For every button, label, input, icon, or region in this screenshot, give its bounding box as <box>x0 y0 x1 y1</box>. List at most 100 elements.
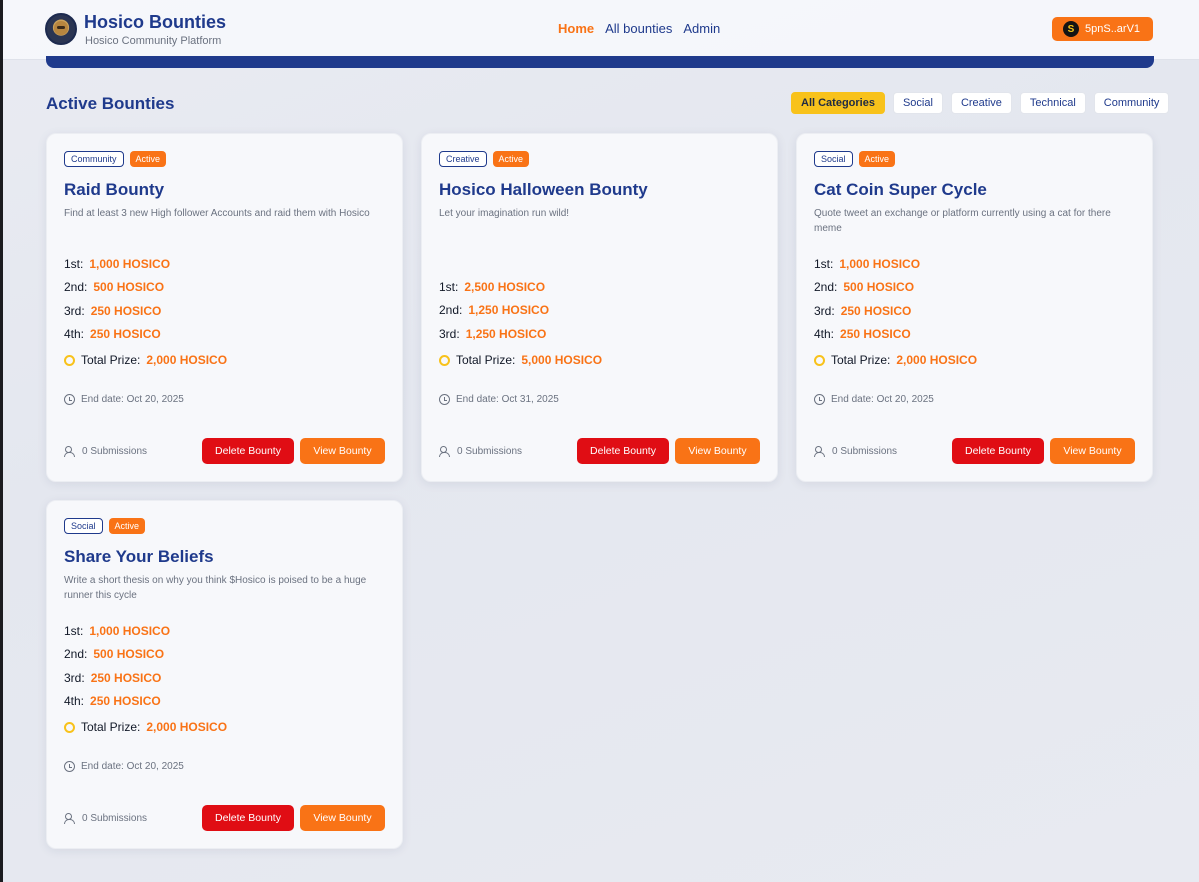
prize-amount: 1,250 HOSICO <box>468 303 550 318</box>
prize-row: 3rd: 250 HOSICO <box>64 666 170 690</box>
prize-row: 4th: 250 HOSICO <box>814 323 920 347</box>
prize-amount: 2,500 HOSICO <box>464 279 546 294</box>
clock-icon <box>439 394 450 405</box>
filter-technical[interactable]: Technical <box>1019 92 1086 114</box>
bounty-description: Find at least 3 new High follower Accoun… <box>64 208 370 219</box>
bounty-title: Share Your Beliefs <box>64 547 214 566</box>
total-prize: Total Prize: 2,000 HOSICO <box>64 353 227 367</box>
submissions-count: 0 Submissions <box>64 813 147 824</box>
prize-place: 3rd: <box>439 326 460 341</box>
status-badge: Active <box>492 151 530 167</box>
prize-amount: 500 HOSICO <box>93 280 165 295</box>
prize-place: 2nd: <box>439 303 463 318</box>
prize-list: 1st: 1,000 HOSICO 2nd: 500 HOSICO 3rd: 250 … <box>64 619 170 713</box>
prize-row: 4th: 250 HOSICO <box>64 323 170 347</box>
prize-list: 1st: 2,500 HOSICO 2nd: 1,250 HOSICO 3rd: 1,… <box>439 275 549 346</box>
bounty-card: Creative Active Hosico Halloween Bounty … <box>421 133 778 482</box>
end-date: End date: Oct 20, 2025 <box>64 761 184 772</box>
prize-row: 3rd: 250 HOSICO <box>814 299 920 323</box>
prize-row: 2nd: 500 HOSICO <box>64 643 170 667</box>
filter-community[interactable]: Community <box>1093 92 1170 114</box>
end-date-text: End date: Oct 31, 2025 <box>456 394 559 405</box>
submissions-text: 0 Submissions <box>82 812 148 824</box>
prize-row: 1st: 1,000 HOSICO <box>64 619 170 643</box>
nav-all-bounties[interactable]: All bounties <box>605 21 672 36</box>
prize-row: 1st: 2,500 HOSICO <box>439 275 549 299</box>
app-title: Hosico Bounties <box>84 12 227 32</box>
total-prize-amount: 2,000 HOSICO <box>146 720 228 734</box>
total-prize: Total Prize: 2,000 HOSICO <box>64 720 227 734</box>
prize-row: 2nd: 500 HOSICO <box>64 276 170 300</box>
users-icon <box>439 446 451 457</box>
prize-place: 1st: <box>64 256 84 271</box>
prize-place: 1st: <box>64 623 84 638</box>
prize-amount: 500 HOSICO <box>93 647 165 662</box>
prize-amount: 1,250 HOSICO <box>465 326 547 341</box>
prize-amount: 250 HOSICO <box>90 303 162 318</box>
clock-icon <box>64 394 75 405</box>
prize-amount: 250 HOSICO <box>90 327 161 342</box>
bounty-title: Raid Bounty <box>64 180 165 199</box>
bounty-card: Social Active Cat Coin Super Cycle Quote… <box>796 133 1153 482</box>
prize-row: 2nd: 500 HOSICO <box>814 276 920 300</box>
filter-all-categories[interactable]: All Categories <box>791 92 885 114</box>
end-date: End date: Oct 31, 2025 <box>439 394 559 405</box>
view-bounty-button[interactable]: View Bounty <box>1050 438 1135 464</box>
end-date-text: End date: Oct 20, 2025 <box>831 394 934 405</box>
category-badge: Social <box>814 151 853 167</box>
category-badge: Social <box>64 518 103 534</box>
main-nav: Home All bounties Admin <box>558 21 720 36</box>
bounty-card: Community Active Raid Bounty Find at lea… <box>46 133 403 482</box>
prize-place: 4th: <box>64 327 85 342</box>
bounty-card: Social Active Share Your Beliefs Write a… <box>46 500 403 849</box>
prize-place: 2nd: <box>64 647 88 662</box>
status-badge: Active <box>129 151 167 167</box>
solana-icon: S <box>1063 21 1079 37</box>
prize-row: 3rd: 250 HOSICO <box>64 299 170 323</box>
bounty-description: Let your imagination run wild! <box>439 208 570 219</box>
view-bounty-button[interactable]: View Bounty <box>300 438 385 464</box>
end-date: End date: Oct 20, 2025 <box>814 394 934 405</box>
wallet-button[interactable]: S 5pnS..arV1 <box>1052 17 1153 41</box>
total-prize-label: Total Prize: <box>831 353 891 367</box>
prize-amount: 500 HOSICO <box>843 280 915 295</box>
prize-row: 4th: 250 HOSICO <box>64 690 170 714</box>
category-filters: All Categories Social Creative Technical… <box>791 92 1170 114</box>
delete-bounty-button[interactable]: Delete Bounty <box>577 438 669 464</box>
submissions-count: 0 Submissions <box>439 446 522 457</box>
prize-amount: 250 HOSICO <box>840 327 911 342</box>
delete-bounty-button[interactable]: Delete Bounty <box>202 438 294 464</box>
delete-bounty-button[interactable]: Delete Bounty <box>952 438 1044 464</box>
coin-icon <box>64 721 75 733</box>
hosico-logo[interactable] <box>45 13 77 45</box>
card-footer: 0 Submissions Delete Bounty View Bounty <box>64 805 385 831</box>
prize-amount: 1,000 HOSICO <box>89 256 171 271</box>
total-prize-label: Total Prize: <box>81 353 141 367</box>
end-date: End date: Oct 20, 2025 <box>64 394 184 405</box>
view-bounty-button[interactable]: View Bounty <box>675 438 760 464</box>
prize-row: 2nd: 1,250 HOSICO <box>439 299 549 323</box>
bounty-title: Cat Coin Super Cycle <box>814 180 987 199</box>
view-bounty-button[interactable]: View Bounty <box>300 805 385 831</box>
total-prize-amount: 2,000 HOSICO <box>896 353 978 367</box>
clock-icon <box>64 761 75 772</box>
prize-place: 2nd: <box>814 280 838 295</box>
bounty-title: Hosico Halloween Bounty <box>439 180 648 199</box>
prize-place: 3rd: <box>814 303 835 318</box>
total-prize-amount: 2,000 HOSICO <box>146 353 228 367</box>
header-accent-bar <box>46 56 1154 68</box>
submissions-count: 0 Submissions <box>814 446 897 457</box>
prize-amount: 1,000 HOSICO <box>839 256 921 271</box>
end-date-text: End date: Oct 20, 2025 <box>81 761 184 772</box>
submissions-text: 0 Submissions <box>457 445 523 457</box>
total-prize-amount: 5,000 HOSICO <box>521 353 603 367</box>
nav-home[interactable]: Home <box>558 21 594 36</box>
submissions-text: 0 Submissions <box>832 445 898 457</box>
filter-creative[interactable]: Creative <box>950 92 1012 114</box>
nav-admin[interactable]: Admin <box>683 21 720 36</box>
status-badge: Active <box>108 518 146 534</box>
total-prize: Total Prize: 2,000 HOSICO <box>814 353 977 367</box>
filter-social[interactable]: Social <box>892 92 943 114</box>
delete-bounty-button[interactable]: Delete Bounty <box>202 805 294 831</box>
category-badge: Creative <box>439 151 487 167</box>
